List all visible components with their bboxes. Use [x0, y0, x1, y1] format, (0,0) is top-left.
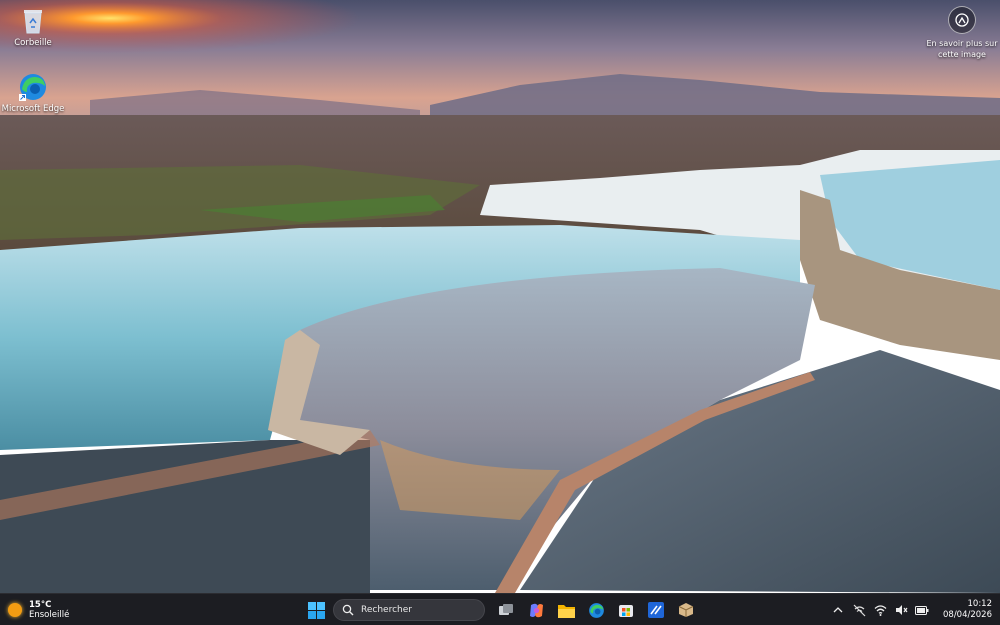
- taskbar-center: Rechercher: [303, 597, 703, 623]
- camera-info-icon: [948, 6, 976, 34]
- sun-icon: [8, 603, 22, 617]
- clock[interactable]: 10:12 08/04/2026: [943, 599, 992, 621]
- edge-icon: [588, 602, 604, 618]
- battery-icon: [915, 605, 929, 615]
- desktop-icon-recycle-bin[interactable]: Corbeille: [0, 6, 70, 49]
- file-explorer-button[interactable]: [553, 597, 579, 623]
- recycle-bin-icon: [24, 10, 42, 34]
- chevron-up-icon: [833, 607, 843, 613]
- system-tray: 10:12 08/04/2026: [830, 597, 994, 623]
- start-button[interactable]: [303, 597, 329, 623]
- search-box[interactable]: Rechercher: [333, 599, 485, 621]
- volume-button[interactable]: [893, 602, 909, 618]
- edge-taskbar-button[interactable]: [583, 597, 609, 623]
- weather-condition: Ensoleillé: [29, 610, 70, 620]
- desktop-icon-label: Microsoft Edge: [1, 104, 65, 114]
- task-view-button[interactable]: [493, 597, 519, 623]
- app-blue-icon: [648, 602, 664, 618]
- clock-time: 10:12: [967, 599, 993, 609]
- weather-temperature: 15°C: [29, 600, 52, 610]
- show-hidden-icons-button[interactable]: [830, 602, 846, 618]
- learn-more-line2: cette image: [938, 50, 986, 59]
- desktop-icon-edge[interactable]: Microsoft Edge: [0, 72, 70, 115]
- volume-muted-icon: [895, 605, 907, 615]
- copilot-icon: [529, 603, 543, 617]
- network-off-icon: [853, 604, 865, 616]
- taskbar: 15°C Ensoleillé Rechercher 10:12 08/04/2…: [0, 593, 1000, 625]
- package-app-button[interactable]: [673, 597, 699, 623]
- blue-app-button[interactable]: [643, 597, 669, 623]
- package-icon: [678, 603, 694, 617]
- learn-more-line1: En savoir plus sur: [926, 39, 998, 48]
- desktop-wallpaper: [0, 0, 1000, 593]
- edge-icon: [19, 74, 46, 101]
- store-button[interactable]: [613, 597, 639, 623]
- copilot-button[interactable]: [523, 597, 549, 623]
- desktop-icon-label: Corbeille: [14, 38, 52, 48]
- clock-date: 08/04/2026: [943, 610, 992, 620]
- task-view-icon: [499, 604, 513, 615]
- weather-widget[interactable]: 15°C Ensoleillé: [8, 597, 69, 623]
- folder-icon: [557, 604, 575, 618]
- windows-logo-icon: [307, 601, 325, 619]
- learn-about-picture[interactable]: En savoir plus sur cette image: [926, 6, 998, 60]
- wifi-icon: [874, 605, 886, 616]
- battery-button[interactable]: [914, 602, 930, 618]
- search-placeholder: Rechercher: [361, 605, 412, 615]
- search-icon: [342, 604, 354, 616]
- wifi-button[interactable]: [872, 602, 888, 618]
- store-icon: [619, 605, 633, 617]
- network-off-button[interactable]: [851, 602, 867, 618]
